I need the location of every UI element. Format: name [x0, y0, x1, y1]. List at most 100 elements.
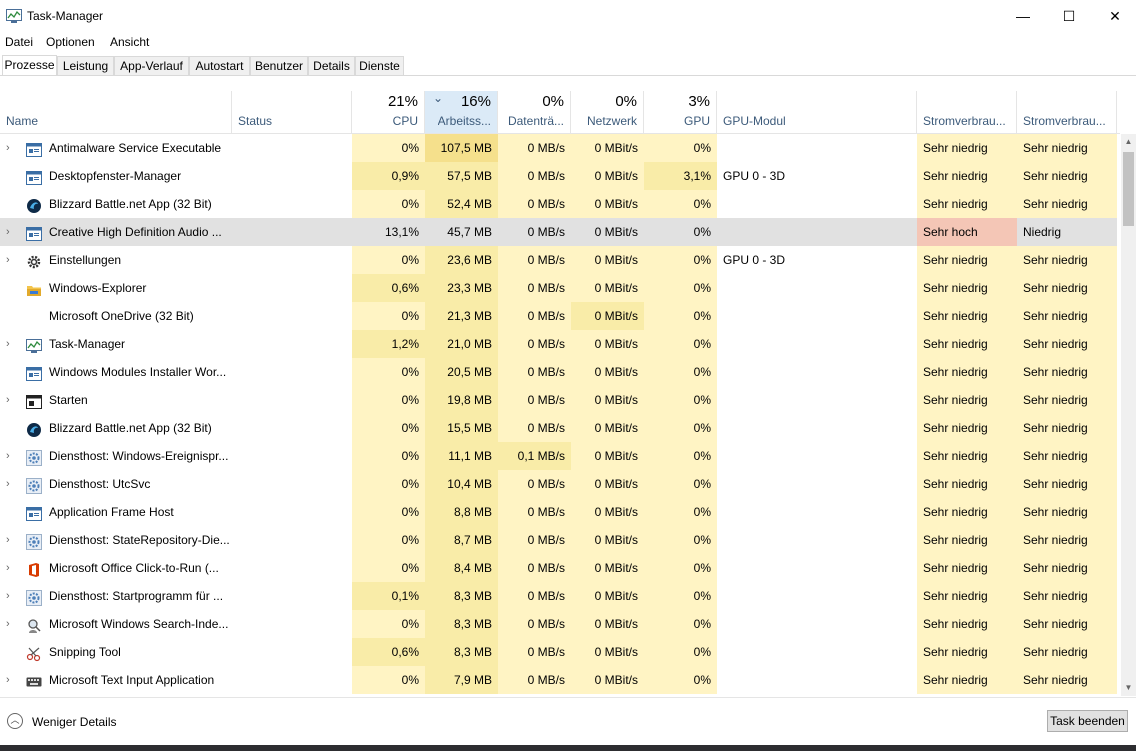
process-name-cell[interactable]: Microsoft OneDrive (32 Bit) [0, 302, 232, 330]
process-name-cell[interactable]: Desktopfenster-Manager [0, 162, 232, 190]
process-row[interactable]: › Task-Manager 1,2% 21,0 MB 0 MB/s 0 MBit/s 0%… [0, 330, 1120, 358]
expand-chevron-icon[interactable]: › [6, 246, 16, 274]
col-name[interactable]: Name [0, 91, 232, 133]
col-network[interactable]: 0% Netzwerk [571, 91, 644, 133]
menu-optionen[interactable]: Optionen [46, 35, 95, 49]
expand-chevron-icon[interactable]: › [6, 134, 16, 162]
col-power-trend[interactable]: Stromverbrau... [1017, 91, 1117, 133]
process-row[interactable]: › Microsoft Office Click-to-Run (... 0% 8,4… [0, 554, 1120, 582]
process-name-cell[interactable]: › Task-Manager [0, 330, 232, 358]
process-name-cell[interactable]: › Diensthost: UtcSvc [0, 470, 232, 498]
maximize-button[interactable]: ☐ [1046, 0, 1092, 32]
process-name-cell[interactable]: › Diensthost: Windows-Ereignispr... [0, 442, 232, 470]
process-name-cell[interactable]: Windows-Explorer [0, 274, 232, 302]
search-indexer-icon [26, 616, 42, 633]
power-trend-cell: Sehr niedrig [1017, 470, 1117, 498]
col-cpu[interactable]: 21% CPU [352, 91, 425, 133]
disk-cell: 0 MB/s [498, 582, 571, 610]
expand-chevron-icon[interactable]: › [6, 554, 16, 582]
tab-autostart[interactable]: Autostart [189, 56, 250, 75]
process-name-cell[interactable]: › Diensthost: StateRepository-Die... [0, 526, 232, 554]
col-status[interactable]: Status [232, 91, 352, 133]
process-name-cell[interactable]: › Microsoft Office Click-to-Run (... [0, 554, 232, 582]
process-row[interactable]: › Creative High Definition Audio ... 13,1%… [0, 218, 1120, 246]
process-name-cell[interactable]: › Creative High Definition Audio ... [0, 218, 232, 246]
vertical-scrollbar[interactable]: ▲ ▼ [1121, 134, 1136, 696]
process-row[interactable]: Application Frame Host 0% 8,8 MB 0 MB/s 0 MB… [0, 498, 1120, 526]
scroll-down-icon[interactable]: ▼ [1121, 680, 1136, 696]
process-name-cell[interactable]: › Antimalware Service Executable [0, 134, 232, 162]
expand-chevron-icon[interactable]: › [6, 526, 16, 554]
process-row[interactable]: › Microsoft Windows Search-Inde... 0% 8,3 M… [0, 610, 1120, 638]
process-row[interactable]: › Diensthost: StateRepository-Die... 0% 8,7… [0, 526, 1120, 554]
process-row[interactable]: › Starten 0% 19,8 MB 0 MB/s 0 MBit/s 0% Sehr ni… [0, 386, 1120, 414]
process-name-cell[interactable]: Blizzard Battle.net App (32 Bit) [0, 414, 232, 442]
process-row[interactable]: › Einstellungen 0% 23,6 MB 0 MB/s 0 MBit/s 0% G… [0, 246, 1120, 274]
menu-ansicht[interactable]: Ansicht [110, 35, 149, 49]
scroll-up-icon[interactable]: ▲ [1121, 134, 1136, 150]
process-row[interactable]: › Microsoft Text Input Application 0% 7,9 M… [0, 666, 1120, 694]
process-row[interactable]: › Diensthost: Startprogramm für ... 0,1% 8,… [0, 582, 1120, 610]
process-name-cell[interactable]: › Microsoft Text Input Application [0, 666, 232, 694]
minimize-button[interactable]: — [1000, 0, 1046, 32]
col-memory[interactable]: ⌄ 16% Arbeitss... [425, 91, 498, 133]
end-task-button[interactable]: Task beenden [1047, 710, 1128, 732]
cpu-cell: 0% [352, 610, 425, 638]
process-name: Microsoft Office Click-to-Run (... [49, 561, 219, 575]
process-name-cell[interactable]: › Einstellungen [0, 246, 232, 274]
col-name-label: Name [6, 114, 39, 128]
process-name-cell[interactable]: › Diensthost: Startprogramm für ... [0, 582, 232, 610]
tab-benutzer[interactable]: Benutzer [250, 56, 308, 75]
status-cell [232, 638, 352, 666]
disk-cell: 0 MB/s [498, 246, 571, 274]
process-row[interactable]: Snipping Tool 0,6% 8,3 MB 0 MB/s 0 MBit/s 0% S… [0, 638, 1120, 666]
process-name-cell[interactable]: Windows Modules Installer Wor... [0, 358, 232, 386]
expand-chevron-icon[interactable]: › [6, 666, 16, 694]
process-row[interactable]: Desktopfenster-Manager 0,9% 57,5 MB 0 MB/s 0… [0, 162, 1120, 190]
col-gpu-module[interactable]: GPU-Modul [717, 91, 917, 133]
network-cell: 0 MBit/s [571, 274, 644, 302]
tab-details[interactable]: Details [308, 56, 355, 75]
disk-cell: 0 MB/s [498, 610, 571, 638]
process-name-cell[interactable]: › Starten [0, 386, 232, 414]
process-name-cell[interactable]: › Microsoft Windows Search-Inde... [0, 610, 232, 638]
fewer-details-link[interactable]: Weniger Details [32, 715, 116, 729]
process-row[interactable]: Windows-Explorer 0,6% 23,3 MB 0 MB/s 0 MBit/… [0, 274, 1120, 302]
process-name-cell[interactable]: Blizzard Battle.net App (32 Bit) [0, 190, 232, 218]
process-row[interactable]: Blizzard Battle.net App (32 Bit) 0% 15,5 M… [0, 414, 1120, 442]
menu-datei[interactable]: Datei [5, 35, 33, 49]
tab-prozesse[interactable]: Prozesse [2, 55, 57, 75]
expand-chevron-icon[interactable]: › [6, 218, 16, 246]
close-button[interactable]: ✕ [1092, 0, 1136, 32]
tab-app-verlauf[interactable]: App-Verlauf [114, 56, 189, 75]
expand-chevron-icon[interactable]: › [6, 386, 16, 414]
process-row[interactable]: › Diensthost: UtcSvc 0% 10,4 MB 0 MB/s 0 MBit… [0, 470, 1120, 498]
expand-chevron-icon[interactable]: › [6, 442, 16, 470]
process-name-cell[interactable]: Snipping Tool [0, 638, 232, 666]
col-power[interactable]: Stromverbrau... [917, 91, 1017, 133]
process-name: Antimalware Service Executable [49, 141, 222, 155]
process-row[interactable]: › Antimalware Service Executable 0% 107,5 M… [0, 134, 1120, 162]
col-disk[interactable]: 0% Datenträ... [498, 91, 571, 133]
power-usage-cell: Sehr niedrig [917, 302, 1017, 330]
process-row[interactable]: Windows Modules Installer Wor... 0% 20,5 M… [0, 358, 1120, 386]
process-name-cell[interactable]: Application Frame Host [0, 498, 232, 526]
expand-chevron-icon[interactable]: › [6, 610, 16, 638]
chevron-up-icon[interactable]: ︿ [7, 713, 23, 729]
col-gpu[interactable]: 3% GPU [644, 91, 717, 133]
scroll-thumb[interactable] [1123, 152, 1134, 226]
process-row[interactable]: Blizzard Battle.net App (32 Bit) 0% 52,4 M… [0, 190, 1120, 218]
expand-chevron-icon[interactable]: › [6, 330, 16, 358]
tab-leistung[interactable]: Leistung [57, 56, 114, 75]
disk-cell: 0 MB/s [498, 162, 571, 190]
status-cell [232, 498, 352, 526]
gpu-cell: 0% [644, 190, 717, 218]
expand-chevron-icon[interactable]: › [6, 582, 16, 610]
process-row[interactable]: Microsoft OneDrive (32 Bit) 0% 21,3 MB 0 MB… [0, 302, 1120, 330]
keyboard-icon [26, 672, 42, 688]
expand-chevron-icon[interactable]: › [6, 470, 16, 498]
status-cell [232, 358, 352, 386]
process-row[interactable]: › Diensthost: Windows-Ereignispr... 0% 11,1… [0, 442, 1120, 470]
network-cell: 0 MBit/s [571, 162, 644, 190]
tab-dienste[interactable]: Dienste [355, 56, 404, 75]
